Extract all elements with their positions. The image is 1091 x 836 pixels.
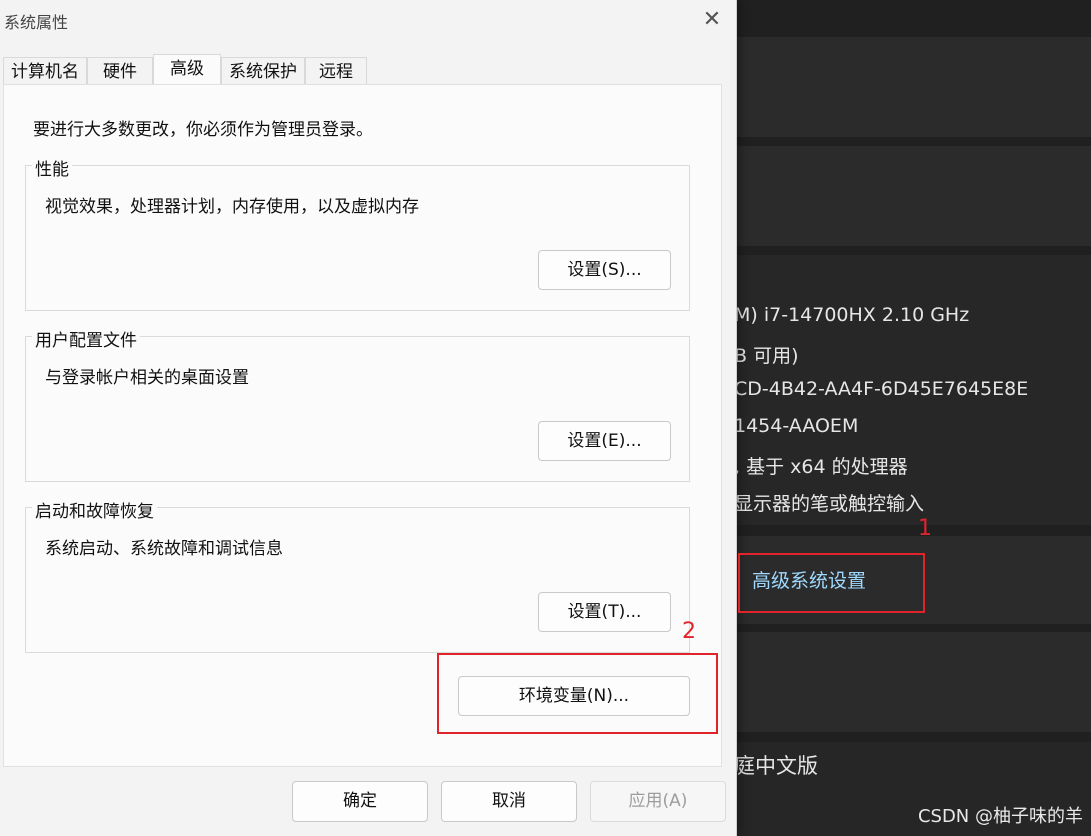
spec-ram: B 可用) bbox=[734, 345, 799, 367]
close-button[interactable]: ✕ bbox=[694, 0, 730, 38]
windows-edition: 庭中文版 bbox=[734, 754, 818, 778]
group-title: 启动和故障恢复 bbox=[32, 497, 157, 522]
tab-system-protection[interactable]: 系统保护 bbox=[221, 57, 305, 85]
annotation-number-2: 2 bbox=[682, 619, 696, 644]
tab-computer-name[interactable]: 计算机名 bbox=[3, 57, 87, 85]
spec-system-type: , 基于 x64 的处理器 bbox=[734, 456, 908, 478]
user-profiles-group: 用户配置文件 与登录帐户相关的桌面设置 设置(E)... bbox=[25, 326, 690, 482]
startup-recovery-settings-button[interactable]: 设置(T)... bbox=[538, 592, 671, 632]
group-description: 系统启动、系统故障和调试信息 bbox=[45, 539, 283, 559]
user-profiles-settings-button[interactable]: 设置(E)... bbox=[538, 421, 671, 461]
cancel-button[interactable]: 取消 bbox=[441, 781, 577, 822]
group-description: 与登录帐户相关的桌面设置 bbox=[45, 368, 249, 388]
spec-device-id: CD-4B42-AA4F-6D45E7645E8E bbox=[734, 378, 1029, 400]
performance-settings-button[interactable]: 设置(S)... bbox=[538, 250, 671, 290]
group-title: 性能 bbox=[32, 155, 72, 180]
close-icon: ✕ bbox=[702, 6, 722, 32]
settings-card bbox=[720, 146, 1091, 246]
spec-product-id: 1454-AAOEM bbox=[734, 415, 859, 437]
spec-pen-touch: 显示器的笔或触控输入 bbox=[734, 493, 925, 515]
tab-remote[interactable]: 远程 bbox=[305, 57, 367, 85]
tab-advanced[interactable]: 高级 bbox=[153, 54, 221, 85]
settings-card bbox=[720, 37, 1091, 137]
annotation-number-1: 1 bbox=[918, 516, 932, 541]
annotation-box-1 bbox=[738, 553, 925, 613]
tab-hardware[interactable]: 硬件 bbox=[87, 57, 153, 85]
apply-button[interactable]: 应用(A) bbox=[590, 781, 726, 822]
performance-group: 性能 视觉效果，处理器计划，内存使用，以及虚拟内存 设置(S)... bbox=[25, 155, 690, 311]
ok-button[interactable]: 确定 bbox=[292, 781, 428, 822]
admin-note: 要进行大多数更改，你必须作为管理员登录。 bbox=[33, 120, 373, 140]
dialog-title: 系统属性 bbox=[4, 13, 69, 32]
watermark: CSDN @柚子味的羊 bbox=[917, 806, 1083, 827]
group-description: 视觉效果，处理器计划，内存使用，以及虚拟内存 bbox=[45, 197, 419, 217]
settings-card bbox=[720, 632, 1091, 732]
annotation-box-2 bbox=[437, 653, 718, 734]
spec-processor: M) i7-14700HX 2.10 GHz bbox=[734, 304, 970, 326]
startup-recovery-group: 启动和故障恢复 系统启动、系统故障和调试信息 设置(T)... bbox=[25, 497, 690, 653]
group-title: 用户配置文件 bbox=[32, 326, 140, 351]
